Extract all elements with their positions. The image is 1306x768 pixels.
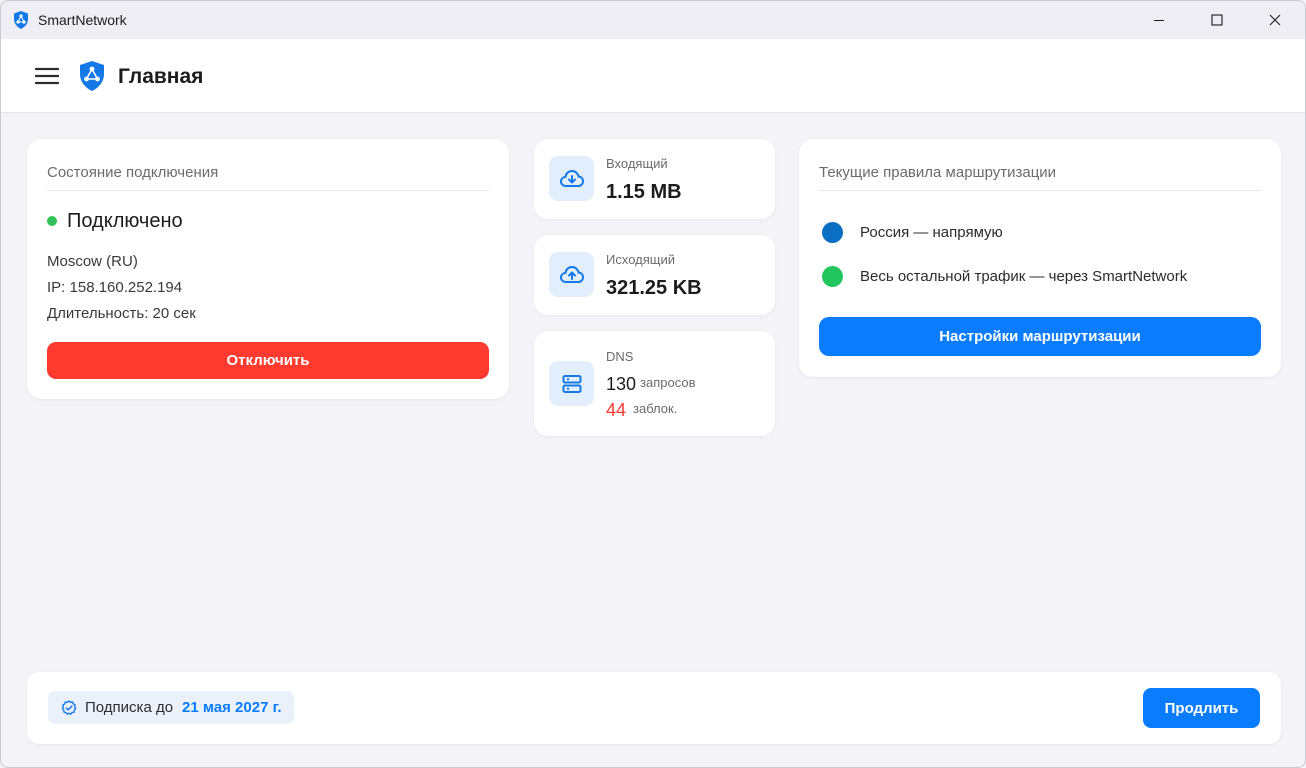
window-title: SmartNetwork [38,12,127,28]
menu-button[interactable] [31,61,63,91]
incoming-traffic-card: Входящий 1.15 MB [534,139,775,219]
minimize-icon [1154,20,1164,21]
rule-proxy-text: Весь остальной трафик — через SmartNetwo… [860,268,1188,285]
incoming-label: Входящий [606,156,668,171]
routing-card: Текущие правила маршрутизации Россия — н… [799,139,1281,377]
dns-card: DNS 130 запросов 44 заблок. [534,331,775,436]
extend-subscription-button[interactable]: Продлить [1143,688,1260,728]
shield-network-icon [80,61,104,91]
outgoing-label: Исходящий [606,252,675,267]
divider [819,190,1261,191]
disconnect-button[interactable]: Отключить [47,342,489,379]
outgoing-traffic-card: Исходящий 321.25 KB [534,235,775,315]
dns-requests-count: 130 [606,374,637,394]
outgoing-value: 321.25 KB [606,277,702,299]
status-indicator [47,216,57,226]
incoming-value: 1.15 MB [606,181,682,203]
page-title: Главная [118,65,204,88]
server-location: Moscow (RU) [47,253,138,270]
dns-label: DNS [606,349,634,364]
app-logo-icon [14,11,28,29]
ip-address: IP: 158.160.252.194 [47,279,183,296]
routing-settings-button[interactable]: Настройки маршрутизации [819,317,1261,356]
subscription-badge: Подписка до 21 мая 2027 г. [48,691,294,724]
hamburger-icon [35,67,59,85]
rule-proxy-dot [822,266,843,287]
rule-direct-text: Россия — напрямую [860,224,1003,241]
app-header: Главная [1,39,1305,113]
close-icon [1269,14,1281,26]
maximize-button[interactable] [1188,1,1246,39]
connection-card-title: Состояние подключения [47,164,219,181]
subscription-footer: Подписка до 21 мая 2027 г. Продлить [27,672,1281,744]
connection-status: Подключено [67,210,183,232]
connection-duration: Длительность: 20 сек [47,305,196,322]
dns-requests-label: запросов [640,375,696,390]
rule-direct-dot [822,222,843,243]
app-window: SmartNetwork Главная Состояние подключен… [0,0,1306,768]
connection-card: Состояние подключения Подключено Moscow … [27,139,509,399]
title-bar: SmartNetwork [1,1,1305,39]
subscription-date: 21 мая 2027 г. [182,699,282,716]
dns-blocked-label: заблок. [633,401,678,416]
cloud-download-icon [549,156,594,201]
dns-blocked-count: 44 [606,400,627,420]
routing-card-title: Текущие правила маршрутизации [819,164,1057,181]
verified-badge-icon [61,699,77,715]
server-icon [549,361,594,406]
maximize-icon [1211,14,1223,26]
subscription-label: Подписка до [85,699,174,716]
divider [47,190,489,191]
cloud-upload-icon [549,252,594,297]
close-button[interactable] [1246,1,1304,39]
minimize-button[interactable] [1130,1,1188,39]
